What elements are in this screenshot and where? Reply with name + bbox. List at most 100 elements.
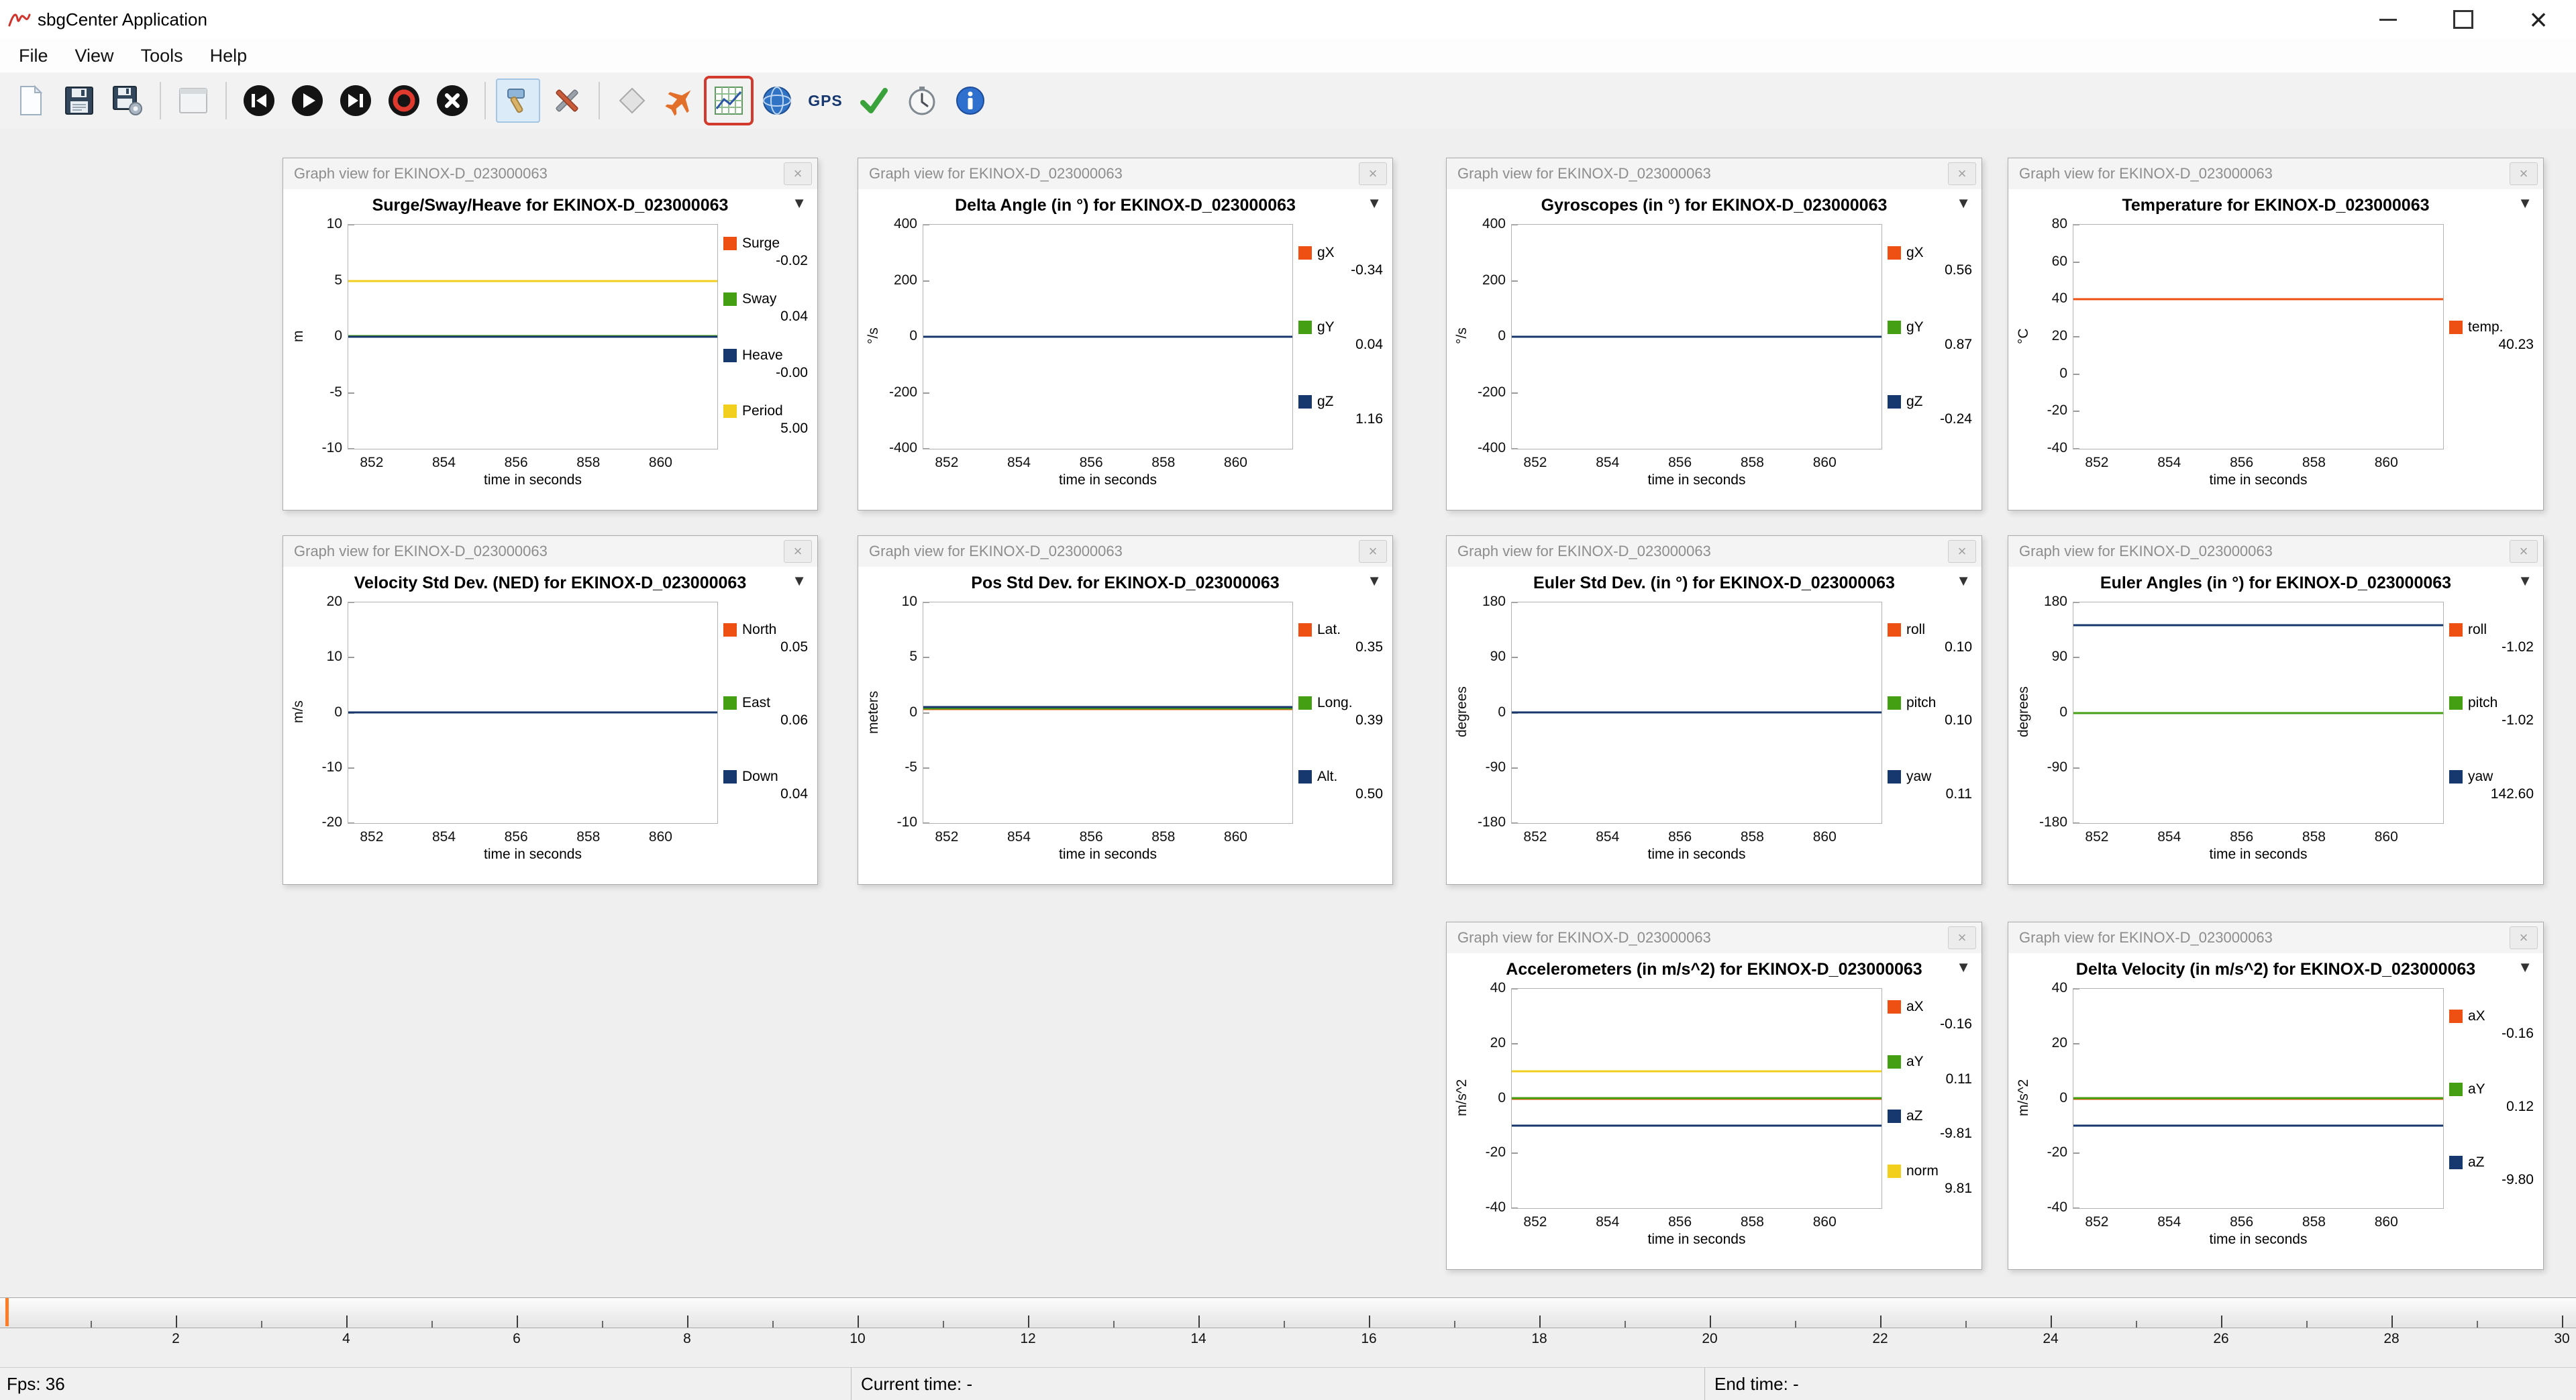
chevron-down-icon[interactable]: ▼: [1956, 572, 1971, 590]
close-button[interactable]: ×: [2501, 0, 2576, 39]
y-tick-label: 20: [327, 594, 342, 610]
plot-area[interactable]: [923, 602, 1293, 824]
panel-close-icon[interactable]: ×: [1948, 540, 1976, 563]
x-axis-ticks: 852854856858860: [348, 824, 718, 845]
info-icon[interactable]: [948, 78, 992, 123]
skip-to-start-icon[interactable]: [237, 78, 281, 123]
maximize-button[interactable]: [2426, 0, 2501, 39]
clock-icon[interactable]: [900, 78, 944, 123]
graph-window-titlebar[interactable]: Graph view for EKINOX-D_023000063×: [2008, 158, 2543, 189]
gps-label: GPS: [808, 92, 843, 110]
y-axis-ticks: 40200-20-40: [1472, 988, 1511, 1207]
timeline-position-marker[interactable]: [5, 1298, 9, 1326]
globe-icon[interactable]: [755, 78, 799, 123]
plot-wrap: 852854856858860time in seconds: [1511, 988, 1882, 1248]
plot-area[interactable]: [2073, 988, 2444, 1209]
legend-swatch: [1298, 321, 1312, 334]
y-tick-label: 400: [894, 216, 917, 232]
plot-area[interactable]: [348, 602, 718, 824]
graph-window-titlebar[interactable]: Graph view for EKINOX-D_023000063×: [858, 158, 1392, 189]
graph-window-titlebar[interactable]: Graph view for EKINOX-D_023000063×: [858, 536, 1392, 567]
graph-window-titlebar[interactable]: Graph view for EKINOX-D_023000063×: [283, 158, 817, 189]
play-icon[interactable]: [285, 78, 329, 123]
graph-view-icon[interactable]: [707, 78, 751, 123]
plot-area[interactable]: [2073, 224, 2444, 449]
validate-icon[interactable]: [852, 78, 896, 123]
legend-series-value: 0.10: [1888, 639, 1977, 655]
y-tick-mark: [1512, 657, 1518, 658]
save-icon[interactable]: [57, 78, 101, 123]
chevron-down-icon[interactable]: ▼: [2518, 572, 2532, 590]
x-tick-label: 860: [2375, 829, 2398, 845]
minimize-button[interactable]: [2351, 0, 2426, 39]
chart-body: m/s^240200-20-40852854856858860time in s…: [2008, 985, 2543, 1248]
y-tick-mark: [923, 280, 929, 282]
menu-file[interactable]: File: [5, 46, 62, 66]
preferences-tools-icon[interactable]: [544, 78, 588, 123]
y-tick-label: 90: [2052, 649, 2067, 665]
chevron-down-icon[interactable]: ▼: [1956, 195, 1971, 212]
skip-to-end-icon[interactable]: [333, 78, 378, 123]
menu-help[interactable]: Help: [197, 46, 261, 66]
panel-close-icon[interactable]: ×: [2510, 926, 2538, 949]
save-settings-icon[interactable]: [105, 78, 150, 123]
settings-tools-icon[interactable]: [496, 78, 540, 123]
window-controls: ×: [2351, 0, 2576, 39]
panel-close-icon[interactable]: ×: [2510, 540, 2538, 563]
menu-view[interactable]: View: [62, 46, 127, 66]
menu-tools[interactable]: Tools: [127, 46, 197, 66]
timeline-band[interactable]: [0, 1297, 2576, 1328]
graph-window-titlebar[interactable]: Graph view for EKINOX-D_023000063×: [2008, 922, 2543, 953]
chevron-down-icon[interactable]: ▼: [1956, 959, 1971, 976]
tag-icon[interactable]: [610, 78, 654, 123]
y-axis-label: m/s^2: [2014, 988, 2034, 1207]
x-tick-label: 860: [1224, 455, 1247, 471]
graph-window-titlebar[interactable]: Graph view for EKINOX-D_023000063×: [283, 536, 817, 567]
graph-window-title: Graph view for EKINOX-D_023000063: [2008, 165, 2510, 182]
graph-window-titlebar[interactable]: Graph view for EKINOX-D_023000063×: [2008, 536, 2543, 567]
graph-window-titlebar[interactable]: Graph view for EKINOX-D_023000063×: [1447, 536, 1981, 567]
legend-entry-head: yaw: [2449, 769, 2539, 785]
y-axis-ticks: 4002000-200-400: [884, 224, 923, 448]
y-tick-label: 20: [1490, 1035, 1506, 1051]
plot-area[interactable]: [1511, 602, 1882, 824]
y-tick-label: 0: [1498, 704, 1506, 720]
panel-close-icon[interactable]: ×: [784, 162, 812, 185]
chevron-down-icon[interactable]: ▼: [2518, 959, 2532, 976]
panel-close-icon[interactable]: ×: [2510, 162, 2538, 185]
chevron-down-icon[interactable]: ▼: [1367, 572, 1382, 590]
export-window-icon[interactable]: [171, 78, 215, 123]
panel-close-icon[interactable]: ×: [784, 540, 812, 563]
y-axis-label: m/s^2: [1452, 988, 1472, 1207]
new-file-icon[interactable]: [9, 78, 53, 123]
chevron-down-icon[interactable]: ▼: [792, 195, 807, 212]
plot-area[interactable]: [1511, 988, 1882, 1209]
plot-area[interactable]: [2073, 602, 2444, 824]
legend-series-value: -1.02: [2449, 712, 2539, 729]
legend-entry-head: roll: [1888, 622, 1977, 638]
panel-close-icon[interactable]: ×: [1948, 162, 1976, 185]
timeline-ruler[interactable]: 24681012141618202224262830: [0, 1297, 2576, 1354]
x-axis-label: time in seconds: [2073, 847, 2444, 863]
gps-icon[interactable]: GPS: [803, 78, 847, 123]
cancel-icon[interactable]: [430, 78, 474, 123]
chevron-down-icon[interactable]: ▼: [792, 572, 807, 590]
graph-window-titlebar[interactable]: Graph view for EKINOX-D_023000063×: [1447, 158, 1981, 189]
chevron-down-icon[interactable]: ▼: [1367, 195, 1382, 212]
plot-wrap: 852854856858860time in seconds: [1511, 224, 1882, 488]
y-tick-mark: [923, 602, 929, 603]
panel-close-icon[interactable]: ×: [1359, 162, 1387, 185]
panel-close-icon[interactable]: ×: [1359, 540, 1387, 563]
chart-title-row: Surge/Sway/Heave for EKINOX-D_023000063▼: [283, 189, 817, 221]
legend-series-value: 0.35: [1298, 639, 1388, 655]
record-icon[interactable]: [382, 78, 426, 123]
plot-area[interactable]: [1511, 224, 1882, 449]
graph-window-titlebar[interactable]: Graph view for EKINOX-D_023000063×: [1447, 922, 1981, 953]
panel-close-icon[interactable]: ×: [1948, 926, 1976, 949]
chevron-down-icon[interactable]: ▼: [2518, 195, 2532, 212]
aircraft-icon[interactable]: [658, 78, 703, 123]
plot-area[interactable]: [923, 224, 1293, 449]
series-line-az: [2073, 1124, 2443, 1126]
plot-area[interactable]: [348, 224, 718, 449]
y-tick-mark: [2073, 988, 2079, 989]
